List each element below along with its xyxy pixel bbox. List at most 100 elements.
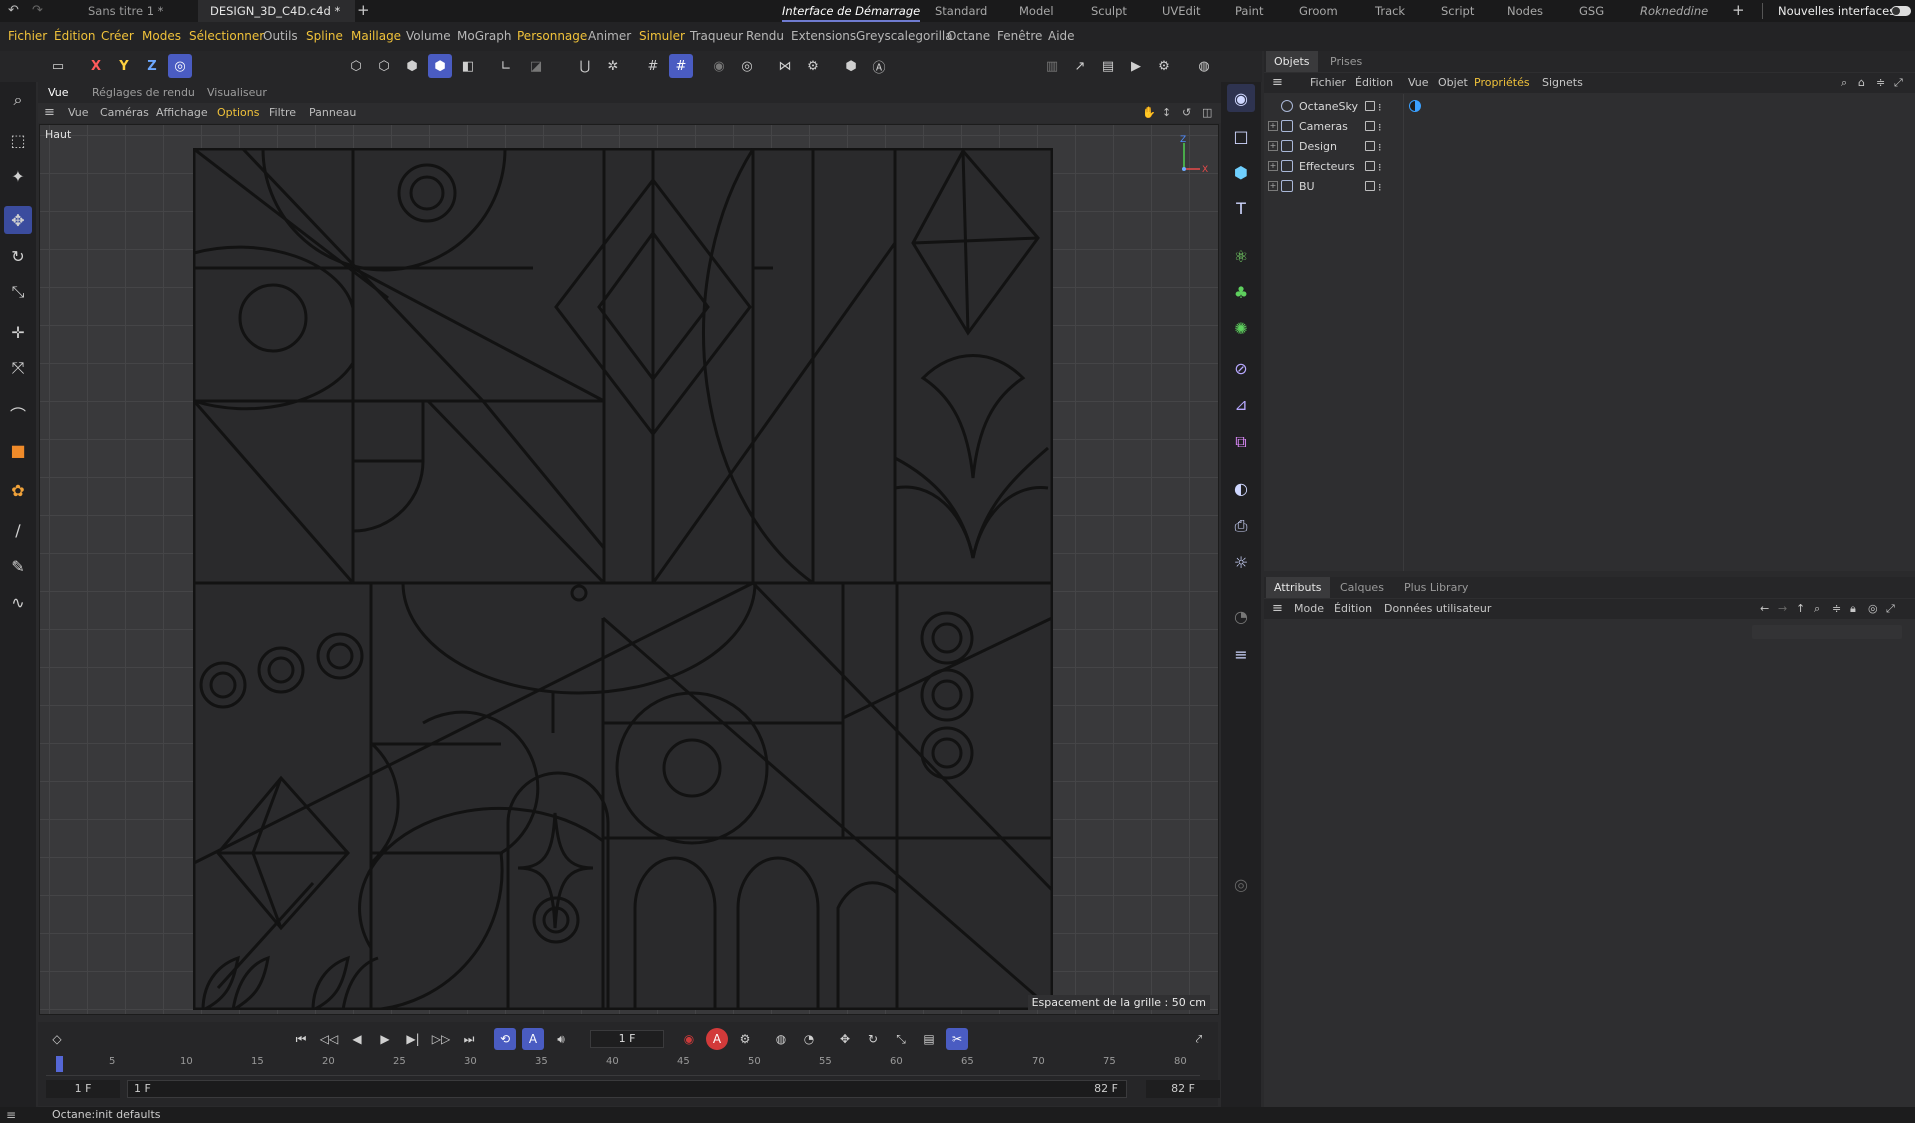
render-picture-viewer-icon[interactable]: ▶ — [1124, 54, 1148, 78]
attr-menu-edition[interactable]: Édition — [1334, 599, 1372, 619]
status-menu-icon[interactable]: ≡ — [6, 1107, 16, 1123]
obj-menu-objet[interactable]: Objet — [1438, 73, 1468, 93]
menu-octane[interactable]: Octane — [947, 22, 990, 51]
tab-vue[interactable]: Vue — [48, 82, 69, 105]
menu-selectionner[interactable]: Sélectionner — [189, 22, 264, 51]
objects-hamburger-icon[interactable]: ≡ — [1272, 73, 1283, 93]
keyframe-icon[interactable]: ◇ — [46, 1028, 68, 1050]
key-scale-icon[interactable]: ◔ — [798, 1028, 820, 1050]
placement-tool-icon[interactable]: ⤧ — [4, 354, 32, 382]
menu-fenetre[interactable]: Fenêtre — [997, 22, 1042, 51]
menu-fichier[interactable]: Fichier — [8, 22, 47, 51]
axis-x-toggle[interactable]: X — [84, 54, 108, 78]
menu-volume[interactable]: Volume — [406, 22, 451, 51]
move-tool-icon[interactable]: ✥ — [4, 206, 32, 234]
object-row[interactable]: + Cameras ⁝ — [1264, 117, 1404, 136]
tweak-tool-icon[interactable]: ✦ — [4, 162, 32, 190]
effector-icon[interactable]: ⧉ — [1227, 428, 1255, 456]
magnet-icon[interactable]: ⋃ — [573, 54, 597, 78]
interface-script[interactable]: Script — [1441, 0, 1474, 22]
octane-sky-tag-icon[interactable] — [1409, 100, 1421, 112]
interface-gsg[interactable]: GSG — [1579, 0, 1604, 22]
snap-grid-icon[interactable]: # — [641, 54, 665, 78]
visibility-checkbox[interactable] — [1365, 101, 1375, 111]
param-key-icon[interactable]: ▤ — [918, 1028, 940, 1050]
menu-icon[interactable]: ≡ — [1227, 640, 1255, 668]
render-region-icon[interactable]: ▥ — [1040, 54, 1064, 78]
frame-range-slider[interactable]: 1 F 82 F — [127, 1080, 1127, 1098]
render-view-icon[interactable]: ↗ — [1068, 54, 1092, 78]
sound-icon[interactable]: 🔊︎ — [550, 1028, 572, 1050]
menu-maillage[interactable]: Maillage — [351, 22, 401, 51]
tab-design-3d[interactable]: DESIGN_3D_C4D.c4d * — [198, 0, 355, 22]
tab-calques[interactable]: Calques — [1332, 577, 1392, 598]
cloner-icon[interactable]: ⚛ — [1227, 242, 1255, 270]
vp-menu-vue[interactable]: Vue — [68, 103, 89, 123]
playhead[interactable] — [56, 1056, 63, 1072]
object-row[interactable]: + Design ⁝ — [1264, 137, 1404, 156]
pen-tool-icon[interactable]: ✎ — [4, 552, 32, 580]
new-interfaces-toggle[interactable] — [1891, 6, 1911, 16]
generator-icon[interactable]: ♣ — [1227, 278, 1255, 306]
record-icon[interactable]: ◉ — [678, 1028, 700, 1050]
tab-reglages-rendu[interactable]: Réglages de rendu — [92, 82, 195, 103]
menu-traqueur[interactable]: Traqueur — [690, 22, 743, 51]
target-icon[interactable]: ◎ — [1227, 870, 1255, 898]
tab-objets[interactable]: Objets — [1266, 51, 1318, 72]
prev-frame-icon[interactable]: ◀ — [346, 1028, 368, 1050]
filter-icon[interactable]: ≑ — [1832, 599, 1841, 619]
attributes-search-field[interactable] — [1752, 625, 1902, 639]
search-icon[interactable]: ⌕ — [1814, 599, 1820, 619]
interface-paint[interactable]: Paint — [1235, 0, 1263, 22]
symmetry-settings-icon[interactable]: ⚙ — [801, 54, 825, 78]
octane-light-icon[interactable]: ☼ — [1227, 548, 1255, 576]
vp-menu-cameras[interactable]: Caméras — [100, 103, 149, 123]
vp-menu-affichage[interactable]: Affichage — [156, 103, 208, 123]
object-row[interactable]: + Effecteurs ⁝ — [1264, 157, 1404, 176]
tab-prises[interactable]: Prises — [1322, 51, 1370, 72]
settings-icon[interactable]: ◎ — [1868, 599, 1878, 619]
menu-edition[interactable]: Édition — [54, 22, 96, 51]
go-to-end-icon[interactable]: ⏭ — [458, 1028, 480, 1050]
expand-toggle-icon[interactable]: + — [1268, 141, 1278, 151]
obj-menu-fichier[interactable]: Fichier — [1310, 73, 1346, 93]
sculpt-icon[interactable]: ◔ — [1227, 602, 1255, 630]
visibility-dots-icon[interactable]: ⁝ — [1378, 158, 1384, 174]
multi-tool-icon[interactable]: ✿ — [4, 476, 32, 504]
coordinates-icon[interactable]: ⊿ — [1227, 390, 1255, 418]
interface-sculpt[interactable]: Sculpt — [1091, 0, 1127, 22]
axis-y-toggle[interactable]: Y — [112, 54, 136, 78]
spline-tool-icon[interactable]: ∿ — [4, 588, 32, 616]
octane-camera-icon[interactable]: ⎙ — [1227, 512, 1255, 540]
menu-rendu[interactable]: Rendu — [746, 22, 784, 51]
world-coordinates-icon[interactable]: ◎ — [168, 54, 192, 78]
tab-attributs[interactable]: Attributs — [1266, 577, 1330, 598]
filter-icon[interactable]: ≑ — [1876, 73, 1885, 93]
min-frame-field[interactable]: 1 F — [46, 1080, 120, 1098]
fcurve-icon[interactable]: ⤤ — [1188, 1028, 1210, 1050]
edges-mode-icon[interactable]: ⬡ — [372, 54, 396, 78]
tab-plus-library[interactable]: Plus Library — [1396, 577, 1476, 598]
menu-extensions[interactable]: Extensions — [791, 22, 856, 51]
brush-tool-icon[interactable]: ∕ — [4, 516, 32, 544]
workplane-icon[interactable]: ◪ — [524, 54, 548, 78]
tab-sans-titre[interactable]: Sans titre 1 * — [86, 0, 196, 22]
point-level-icon[interactable]: ✂ — [946, 1028, 968, 1050]
field-icon[interactable]: ⊘ — [1227, 354, 1255, 382]
render-settings-icon[interactable]: ⚙ — [1152, 54, 1176, 78]
attr-menu-mode[interactable]: Mode — [1294, 599, 1324, 619]
dolly-view-icon[interactable]: ↕ — [1162, 103, 1171, 123]
menu-greyscalegorilla[interactable]: Greyscalegorilla — [856, 22, 953, 51]
object-row[interactable]: OctaneSky ⁝ — [1264, 97, 1404, 116]
menu-modes[interactable]: Modes — [142, 22, 181, 51]
next-frame-icon[interactable]: ▶| — [402, 1028, 424, 1050]
visibility-dots-icon[interactable]: ⁝ — [1378, 118, 1384, 134]
visibility-dots-icon[interactable]: ⁝ — [1378, 178, 1384, 194]
go-to-start-icon[interactable]: ⏮ — [290, 1028, 312, 1050]
obj-menu-edition[interactable]: Édition — [1355, 73, 1393, 93]
interface-track[interactable]: Track — [1375, 0, 1405, 22]
object-manager-panel-icon[interactable]: ◉ — [1227, 84, 1255, 112]
menu-mograph[interactable]: MoGraph — [457, 22, 512, 51]
scale-key-icon[interactable]: ⤡ — [890, 1028, 912, 1050]
current-frame-field[interactable]: 1 F — [590, 1030, 664, 1048]
